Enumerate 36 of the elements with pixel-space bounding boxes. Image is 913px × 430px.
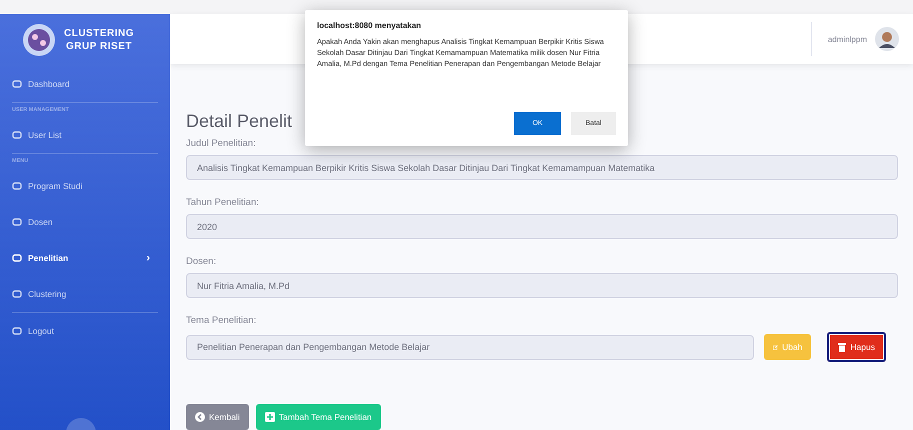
sidebar-item[interactable]: Dashboard (0, 66, 170, 102)
plus-icon (264, 412, 275, 422)
username[interactable]: adminlppm (828, 34, 867, 44)
chevron-icon: › (146, 252, 158, 264)
add-theme-button[interactable]: Tambah Tema Penelitian (256, 404, 381, 430)
menu-item-icon (12, 217, 22, 227)
trash-icon (838, 342, 846, 352)
menu-item-icon (12, 289, 22, 299)
sidebar-item[interactable]: User List (0, 117, 170, 153)
menu-item-icon (12, 326, 22, 336)
field-label: Tema Penelitian: (186, 315, 258, 326)
brand-name: GRUP RISET (66, 40, 132, 53)
avatar-icon[interactable] (875, 27, 899, 51)
sidebar-item[interactable]: Program Studi (0, 168, 170, 204)
dialog-title: localhost:8080 menyatakan (317, 21, 422, 30)
read-only-field[interactable]: Nur Fitria Amalia, M.Pd (186, 273, 898, 298)
read-only-field[interactable]: 2020 (186, 214, 898, 239)
sidebar-item[interactable]: Clustering (0, 276, 170, 312)
page-title: Detail Penelit (186, 111, 292, 132)
back-button[interactable]: Kembali (186, 404, 249, 430)
field-label: Judul Penelitian: (186, 138, 257, 149)
edit-icon (773, 342, 778, 352)
menu-item-icon (12, 253, 22, 263)
field-label: Dosen: (186, 256, 218, 267)
brand-name: CLUSTERING (64, 27, 134, 40)
sidebar-item[interactable]: Logout (0, 313, 170, 349)
sidebar-item[interactable]: Dosen (0, 204, 170, 240)
menu-item-icon (12, 130, 22, 140)
menu-item-icon (12, 181, 22, 191)
delete-button[interactable]: Hapus (827, 332, 886, 362)
menu-item-icon (12, 79, 22, 89)
read-only-field[interactable]: Penelitian Penerapan dan Pengembangan Metode Belajar (186, 334, 754, 360)
arrow-circle-icon (195, 412, 205, 422)
field-label: Tahun Penelitian: (186, 197, 260, 208)
sidebar-item[interactable]: Penelitian › (0, 240, 170, 276)
read-only-field[interactable]: Analisis Tingkat Kemampuan Berpikir Kritis Siswa Sekolah Dasar Ditinjau Dari Tingkat Kemamampuan Matematika (186, 155, 898, 180)
